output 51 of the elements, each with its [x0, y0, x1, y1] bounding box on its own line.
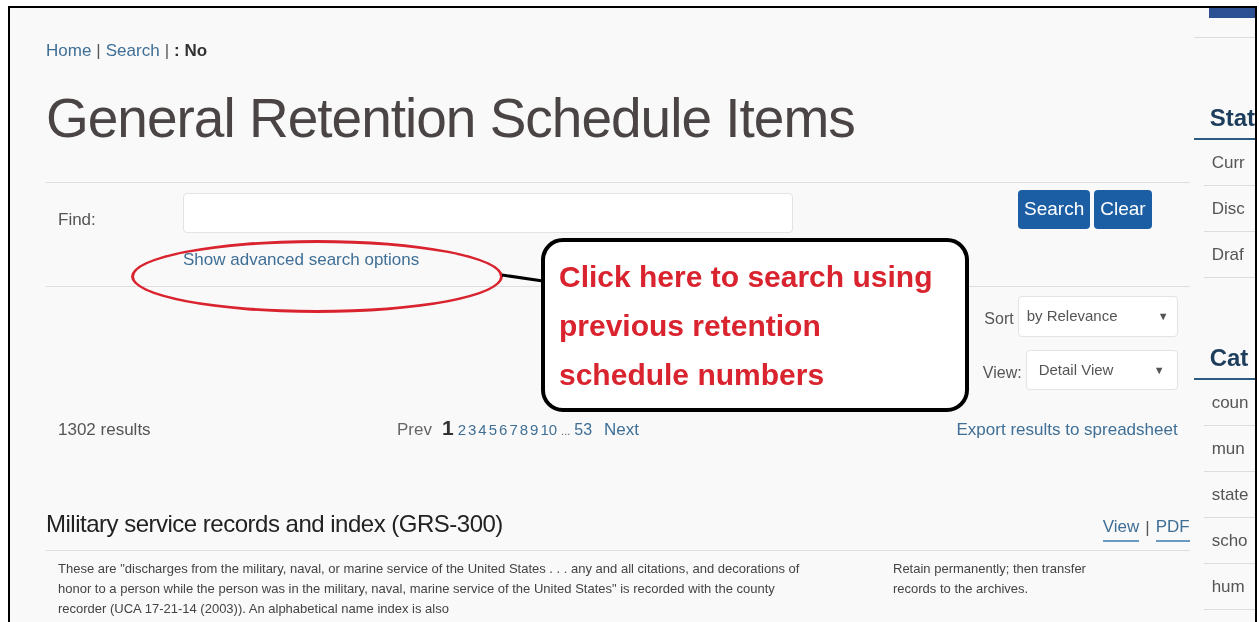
view-label: View:: [982, 362, 1022, 383]
sidebar-item[interactable]: state: [1203, 472, 1255, 518]
link-separator: |: [1145, 517, 1150, 539]
sidebar-item[interactable]: scho: [1203, 518, 1255, 564]
item-description: These are "discharges from the military, naval, or marine service of the United States . . . any and all citations, and decorations of honor to a person while the person was in the military, naval, marine service of the United States" is recorded with the county recorder (UCA 17-21-14 (2003)). An alphabetical name index is also: [58, 559, 801, 618]
page-link[interactable]: 4: [478, 419, 487, 442]
callout-text: Click here to search using: [559, 258, 934, 295]
clear-button[interactable]: Clear: [1094, 189, 1152, 229]
retention-text: Retain permanently; then transfer records to the archives.: [893, 559, 1087, 598]
sidebar-heading: Stat: [1193, 100, 1255, 140]
page-link[interactable]: 1: [441, 412, 454, 444]
advanced-search-link[interactable]: Show advanced search options: [183, 246, 420, 272]
page-link[interactable]: 3: [468, 419, 477, 442]
page-link[interactable]: 7: [509, 419, 518, 442]
sidebar-item[interactable]: Disc: [1203, 186, 1255, 232]
sidebar-item[interactable]: hum: [1203, 564, 1255, 610]
sort-select[interactable]: by Relevance ▼: [1017, 296, 1178, 337]
sidebar-item[interactable]: coun: [1203, 380, 1255, 426]
export-link[interactable]: Export results to spreadsheet: [956, 417, 1178, 443]
next-link[interactable]: Next: [604, 417, 640, 443]
page-link[interactable]: 5: [488, 419, 498, 442]
results-count: 1302 results: [58, 419, 152, 441]
sidebar-item[interactable]: Draf: [1203, 232, 1255, 278]
sidebar-item[interactable]: Curr: [1203, 140, 1255, 186]
page-link[interactable]: 2: [457, 419, 466, 442]
callout-text: previous retention: [559, 307, 822, 344]
search-field[interactable]: [183, 192, 793, 233]
pdf-link[interactable]: PDF: [1155, 514, 1190, 542]
header-bar: [1209, 8, 1255, 18]
view-link[interactable]: View: [1102, 514, 1140, 542]
search-button[interactable]: Search: [1018, 189, 1091, 229]
page-link[interactable]: 8: [519, 419, 529, 442]
breadcrumb-separator: |: [164, 40, 170, 62]
page-link[interactable]: 9: [530, 419, 539, 442]
breadcrumb-separator: |: [96, 40, 101, 62]
callout-text: schedule numbers: [559, 356, 826, 393]
page-link[interactable]: 6: [499, 419, 508, 442]
sidebar-heading: Cat: [1193, 340, 1255, 380]
find-label: Find:: [57, 208, 97, 231]
breadcrumb-current: : No: [174, 40, 208, 62]
page-link[interactable]: 53: [574, 418, 593, 442]
page-title: General Retention Schedule Items: [46, 85, 856, 151]
breadcrumb-link[interactable]: Home: [46, 38, 92, 64]
item-title: Military service records and index (GRS-300): [46, 508, 503, 539]
prev-link[interactable]: Prev: [397, 417, 432, 443]
sort-label: Sort: [984, 309, 1014, 329]
page-link[interactable]: 10: [540, 419, 558, 442]
pagination-ellipsis: ...: [561, 424, 571, 439]
view-select[interactable]: Detail View ▼: [1025, 350, 1178, 390]
breadcrumb-link[interactable]: Search: [105, 38, 160, 64]
sidebar-item[interactable]: mun: [1203, 426, 1255, 472]
